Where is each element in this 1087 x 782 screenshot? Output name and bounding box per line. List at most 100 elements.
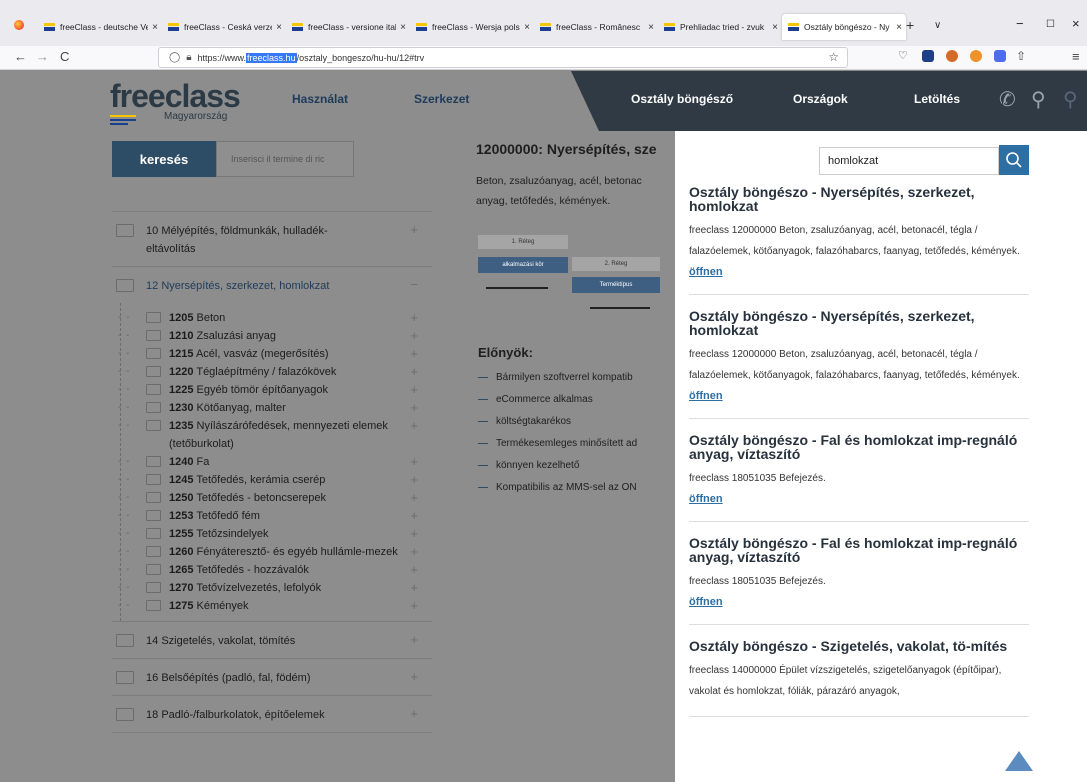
result-title[interactable]: Osztály böngészo - Szigetelés, vakolat, …: [689, 639, 1029, 653]
tree-subcategory[interactable]: - -1270 Tetővízelvezetés, lefolyók +: [112, 579, 432, 597]
collapse-minus-icon[interactable]: −: [410, 277, 418, 292]
result-open-link[interactable]: öffnen: [689, 266, 723, 278]
expand-plus-icon[interactable]: +: [410, 579, 418, 597]
browser-tab[interactable]: freeClass - Românesc ×: [534, 14, 658, 40]
expand-plus-icon[interactable]: +: [410, 489, 418, 507]
tab-list-icon[interactable]: ∨: [934, 20, 941, 31]
menu-hasznalat[interactable]: Használat: [292, 92, 348, 106]
tree-subcategory[interactable]: - -1230 Kötőanyag, malter +: [112, 399, 432, 417]
tree-subcategory[interactable]: - -1210 Zsaluzási anyag +: [112, 327, 432, 345]
result-title[interactable]: Osztály böngészo - Nyersépítés, szerkeze…: [689, 185, 1029, 213]
expand-plus-icon[interactable]: +: [410, 471, 418, 489]
expand-plus-icon[interactable]: +: [410, 597, 418, 615]
menu-letoltes[interactable]: Letöltés: [914, 92, 960, 106]
result-title[interactable]: Osztály böngészo - Fal és homlokzat imp-…: [689, 536, 1029, 564]
forward-icon[interactable]: →: [36, 49, 49, 64]
expand-plus-icon[interactable]: +: [410, 632, 418, 647]
expand-plus-icon[interactable]: +: [410, 363, 418, 381]
browser-tab[interactable]: freeClass - Ceská verze ×: [162, 14, 286, 40]
tree-subcategory[interactable]: - -1255 Tetőzsindelyek +: [112, 525, 432, 543]
result-open-link[interactable]: öffnen: [689, 493, 723, 505]
result-open-link[interactable]: öffnen: [689, 390, 723, 402]
overlay-search-button[interactable]: [999, 145, 1029, 175]
tree-subcategory[interactable]: - -1250 Tetőfedés - betoncserepek +: [112, 489, 432, 507]
menu-osztaly-bongeszo[interactable]: Osztály böngésző: [631, 92, 733, 106]
tree-subcategory[interactable]: - -1265 Tetőfedés - hozzávalók +: [112, 561, 432, 579]
expand-plus-icon[interactable]: +: [410, 222, 418, 237]
lock-icon[interactable]: 🔒︎: [186, 52, 191, 63]
tree-subcategory[interactable]: - -1260 Fényáteresztő- és egyéb hullámle…: [112, 543, 432, 561]
tree-subcategory[interactable]: - -1215 Acél, vasváz (megerősítés) +: [112, 345, 432, 363]
extension-icon[interactable]: [994, 50, 1006, 62]
close-tab-icon[interactable]: ×: [396, 22, 410, 33]
tree-subcategory[interactable]: - -1220 Téglaépítmény / falazókövek +: [112, 363, 432, 381]
expand-plus-icon[interactable]: +: [410, 561, 418, 579]
expand-plus-icon[interactable]: +: [410, 345, 418, 363]
browser-tab[interactable]: Prehliadac tried - zvuk ×: [658, 14, 782, 40]
tree-subcategory[interactable]: - -1235 Nyílászárófedések, mennyezeti el…: [112, 417, 432, 453]
tree-category-10[interactable]: 10 Mélyépítés, földmunkák, hulladék-eltá…: [112, 212, 432, 267]
reload-icon[interactable]: C: [60, 49, 69, 64]
close-tab-icon[interactable]: ×: [272, 22, 286, 33]
browser-tab[interactable]: freeClass - versione ital ×: [286, 14, 410, 40]
search-results-panel: homlokzat Osztály böngészo - Nyersépítés…: [675, 131, 1087, 782]
maximize-icon[interactable]: ☐: [1046, 19, 1055, 30]
bookmark-star-icon[interactable]: ☆: [828, 50, 839, 64]
tree-subcategory[interactable]: - -1275 Kémények +: [112, 597, 432, 615]
url-bar[interactable]: ◯ 🔒︎ https://www. freeclass.hu/osztaly_bo…: [158, 47, 848, 68]
expand-plus-icon[interactable]: +: [410, 327, 418, 345]
close-tab-icon[interactable]: ×: [520, 22, 534, 33]
close-tab-icon[interactable]: ×: [768, 22, 782, 33]
back-icon[interactable]: ←: [14, 49, 27, 64]
expand-plus-icon[interactable]: +: [410, 706, 418, 721]
search-input[interactable]: Inserisci il termine di ric: [216, 141, 354, 177]
phone-icon[interactable]: ✆: [999, 87, 1016, 112]
tree-subcategory[interactable]: - -1205 Beton +: [112, 309, 432, 327]
close-tab-icon[interactable]: ×: [644, 22, 658, 33]
browser-tab[interactable]: freeClass - Wersja polsl ×: [410, 14, 534, 40]
firefox-icon[interactable]: [14, 20, 24, 30]
result-title[interactable]: Osztály böngészo - Nyersépítés, szerkeze…: [689, 309, 1029, 337]
expand-plus-icon[interactable]: +: [410, 507, 418, 525]
tree-category-12[interactable]: 12 Nyersépítés, szerkezet, homlokzat −: [112, 267, 432, 303]
menu-szerkezet[interactable]: Szerkezet: [414, 92, 469, 106]
tree-subcategory[interactable]: - -1245 Tetőfedés, kerámia cserép +: [112, 471, 432, 489]
menu-orszagok[interactable]: Országok: [793, 92, 848, 106]
overlay-search-input[interactable]: homlokzat: [819, 147, 999, 175]
search-icon[interactable]: ⚲: [1063, 87, 1078, 112]
browser-tab[interactable]: freeClass - deutsche Ve ×: [38, 14, 162, 40]
expand-plus-icon[interactable]: +: [410, 381, 418, 399]
extension-icon[interactable]: [922, 50, 934, 62]
extension-icon[interactable]: [970, 50, 982, 62]
close-tab-icon[interactable]: ×: [892, 22, 906, 33]
search-button[interactable]: keresés: [112, 141, 216, 177]
sync-icon[interactable]: ⇧: [1016, 49, 1026, 63]
close-window-icon[interactable]: ×: [1072, 16, 1080, 31]
close-tab-icon[interactable]: ×: [148, 22, 162, 33]
result-title[interactable]: Osztály böngészo - Fal és homlokzat imp-…: [689, 433, 1029, 461]
browser-tab[interactable]: Osztály böngészo - Ny ×: [782, 14, 906, 40]
new-tab-icon[interactable]: +: [906, 17, 914, 33]
tree-subcategory[interactable]: - -1225 Egyéb tömör építőanyagok +: [112, 381, 432, 399]
expand-plus-icon[interactable]: +: [410, 525, 418, 543]
app-menu-icon[interactable]: ≡: [1072, 49, 1080, 64]
result-open-link[interactable]: öffnen: [689, 596, 723, 608]
tree-subcategory[interactable]: - -1240 Fa +: [112, 453, 432, 471]
site-logo[interactable]: freeclass Magyarország: [110, 80, 241, 125]
user-icon[interactable]: ⚲: [1031, 87, 1046, 112]
expand-plus-icon[interactable]: +: [410, 309, 418, 327]
tree-category[interactable]: 18 Padló-/falburkolatok, építőelemek +: [112, 696, 432, 733]
expand-plus-icon[interactable]: +: [410, 669, 418, 684]
tree-category[interactable]: 14 Szigetelés, vakolat, tömítés +: [112, 622, 432, 659]
expand-plus-icon[interactable]: +: [410, 399, 418, 417]
pocket-icon[interactable]: ♡: [898, 49, 908, 62]
expand-plus-icon[interactable]: +: [410, 453, 418, 471]
scroll-to-top-icon[interactable]: [1005, 751, 1033, 771]
tree-category[interactable]: 16 Belsőépítés (padló, fal, födém) +: [112, 659, 432, 696]
tree-subcategory[interactable]: - -1253 Tetőfedő fém +: [112, 507, 432, 525]
expand-plus-icon[interactable]: +: [410, 417, 418, 435]
expand-plus-icon[interactable]: +: [410, 543, 418, 561]
minimize-icon[interactable]: −: [1016, 16, 1024, 31]
extension-icon[interactable]: [946, 50, 958, 62]
shield-icon[interactable]: ◯: [169, 52, 180, 63]
